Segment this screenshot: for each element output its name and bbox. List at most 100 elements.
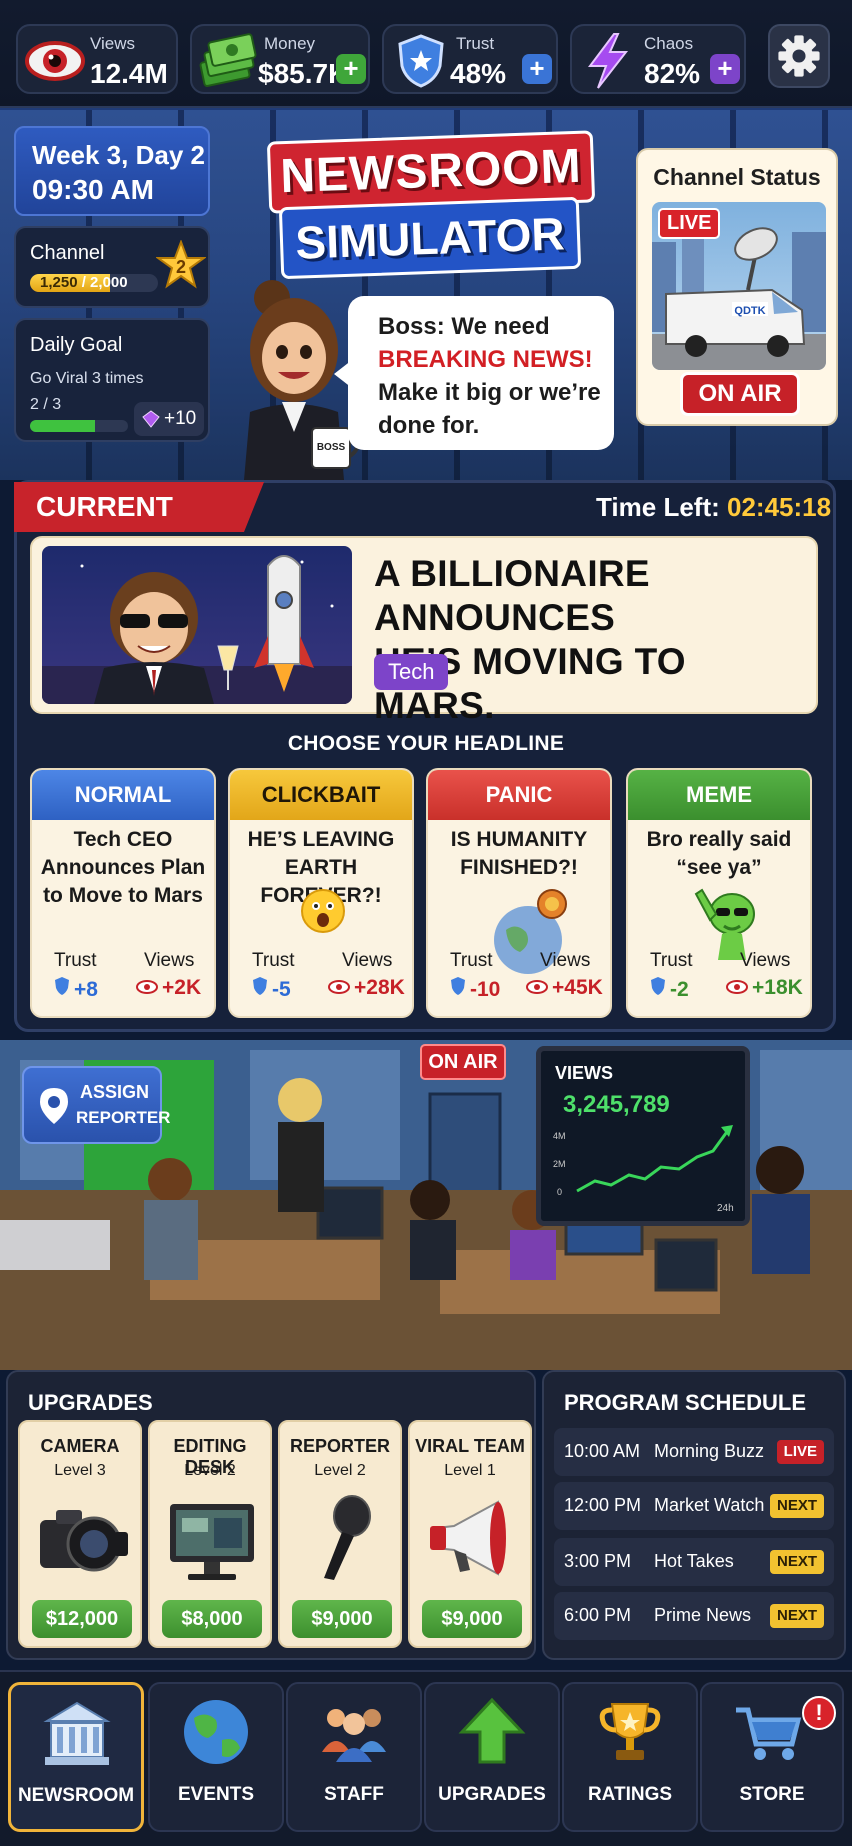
microphone-icon <box>324 1495 371 1580</box>
speech-line-4: done for. <box>378 412 480 439</box>
choose-headline-label: CHOOSE YOUR HEADLINE <box>287 732 565 755</box>
boss-speech-bubble: Boss: We need BREAKING NEWS! Make it big… <box>348 296 614 450</box>
settings-button[interactable] <box>768 24 830 88</box>
headline-type: PANIC <box>428 770 610 820</box>
upgrade-editing-desk[interactable]: EDITING DESK Level 2 $8,000 <box>148 1420 272 1648</box>
globe-icon <box>184 1700 248 1764</box>
eye-icon <box>136 980 158 994</box>
add-money-button[interactable]: + <box>336 54 366 84</box>
upgrade-level: Level 3 <box>54 1462 106 1479</box>
views-label: Views <box>342 950 393 971</box>
on-air-badge: ON AIR <box>680 372 800 416</box>
views-chart-board: VIEWS 3,245,789 4M 2M 0 24h <box>536 1046 750 1226</box>
upgrade-price-button[interactable]: $9,000 <box>422 1600 522 1638</box>
eye-icon <box>25 41 85 81</box>
schedule-row[interactable]: 12:00 PM Market Watch NEXT <box>554 1482 834 1530</box>
schedule-row[interactable]: 10:00 AM Morning Buzz LIVE <box>554 1428 834 1476</box>
trust-stat: Trust 48% + <box>382 24 558 94</box>
trust-label: Trust <box>54 950 97 971</box>
lightning-icon <box>588 33 629 89</box>
program-name: Morning Buzz <box>654 1441 765 1461</box>
trust-label: Trust <box>450 950 493 971</box>
time-left-label: Time Left: <box>596 492 720 522</box>
headline-card-meme[interactable]: MEME Bro really said “see ya” Trust Views… <box>626 768 812 1018</box>
schedule-row[interactable]: 3:00 PM Hot Takes NEXT <box>554 1538 834 1586</box>
views-change: +2K <box>136 976 201 1000</box>
upgrade-price-button[interactable]: $9,000 <box>292 1600 392 1638</box>
eye-icon <box>726 980 748 994</box>
cart-icon <box>736 1707 802 1760</box>
trust-label: Trust <box>252 950 295 971</box>
reporter-label: REPORTER <box>76 1108 171 1127</box>
views-change: +45K <box>526 976 603 1000</box>
eye-icon <box>328 980 350 994</box>
status-badge: LIVE <box>776 1440 824 1464</box>
live-indicator: LIVE <box>658 208 721 239</box>
program-time: 10:00 AM <box>564 1441 641 1461</box>
money-value: $85.7K <box>258 58 349 89</box>
van-logo-text: QDTK <box>734 305 765 317</box>
nav-upgrades[interactable]: UPGRADES <box>424 1682 560 1832</box>
nav-staff[interactable]: STAFF <box>286 1682 422 1832</box>
views-board-count: 3,245,789 <box>563 1091 670 1118</box>
assign-reporter-button[interactable]: ASSIGN REPORTER <box>22 1066 170 1144</box>
channel-level-panel: Channel 1,250 / 2,000 2 <box>14 226 210 308</box>
shield-icon <box>253 977 267 995</box>
add-chaos-button[interactable]: + <box>710 54 740 84</box>
daily-goal-bar <box>30 420 128 432</box>
headline-text: Bro really said “see ya” <box>646 828 792 879</box>
channel-level-number: 2 <box>176 257 186 277</box>
people-icon <box>322 1709 386 1762</box>
headline-card-normal[interactable]: NORMAL Tech CEO Announces Plan to Move to … <box>30 768 216 1018</box>
views-value: 12.4M <box>90 58 168 89</box>
camera-icon <box>40 1510 128 1572</box>
upgrade-name: REPORTER <box>289 1436 390 1456</box>
logo-line-2: SIMULATOR <box>278 196 582 280</box>
upgrade-reporter[interactable]: REPORTER Level 2 $9,000 <box>278 1420 402 1648</box>
program-time: 3:00 PM <box>564 1551 632 1571</box>
views-label: Views <box>144 950 195 971</box>
speech-line-3: Make it big or we’re <box>378 379 601 406</box>
views-label: Views <box>740 950 791 971</box>
status-badge: NEXT <box>769 1494 824 1518</box>
trust-label: Trust <box>456 34 495 53</box>
event-headline-line-1: A BILLIONAIRE ANNOUNCES <box>374 553 650 638</box>
headline-card-panic[interactable]: PANIC IS HUMANITY FINISHED?! Trust Views … <box>426 768 612 1018</box>
nav-ratings[interactable]: RATINGS <box>562 1682 698 1832</box>
money-stat: Money $85.7K + <box>190 24 370 94</box>
trust-change: -10 <box>450 976 500 1002</box>
upgrade-price-button[interactable]: $8,000 <box>162 1600 262 1638</box>
trust-change: -5 <box>252 976 291 1002</box>
shield-icon <box>398 34 444 88</box>
trophy-icon <box>599 1703 661 1760</box>
nav-label: UPGRADES <box>438 1784 546 1805</box>
headline-text: IS HUMANITY FINISHED?! <box>450 828 588 879</box>
daily-goal-panel: Daily Goal Go Viral 3 times 2 / 3 +10 <box>14 318 210 442</box>
location-pin-icon <box>40 1088 68 1124</box>
schedule-row[interactable]: 6:00 PM Prime News NEXT <box>554 1592 834 1640</box>
status-badge: NEXT <box>769 1550 824 1574</box>
axis-label-2m: 2M <box>553 1159 566 1169</box>
channel-xp-text: 1,250 / 2,000 <box>40 274 128 291</box>
nav-newsroom[interactable]: NEWSROOM <box>8 1682 144 1832</box>
upgrade-camera[interactable]: CAMERA Level 3 $12,000 <box>18 1420 142 1648</box>
current-event-ribbon: CURRENT EVENT <box>14 482 264 532</box>
shield-icon <box>451 977 465 995</box>
building-icon <box>43 1701 111 1765</box>
headline-card-clickbait[interactable]: CLICKBAIT HE’S LEAVINGEARTH FOREVER?! Tr… <box>228 768 414 1018</box>
nav-store[interactable]: ! STORE <box>700 1682 844 1832</box>
views-board-title: VIEWS <box>555 1063 614 1083</box>
shield-icon <box>651 977 665 995</box>
gear-icon <box>778 35 820 77</box>
upgrade-price-button[interactable]: $12,000 <box>32 1600 132 1638</box>
channel-label: Channel <box>30 242 105 264</box>
upgrade-viral-team[interactable]: VIRAL TEAM Level 1 $9,000 <box>408 1420 532 1648</box>
trust-label: Trust <box>650 950 693 971</box>
chaos-value: 82% <box>644 58 701 89</box>
status-badge: NEXT <box>769 1604 824 1628</box>
add-trust-button[interactable]: + <box>522 54 552 84</box>
views-line-chart: 4M 2M 0 24h <box>553 1125 734 1214</box>
program-time: 6:00 PM <box>564 1605 632 1625</box>
axis-label-24h: 24h <box>717 1203 734 1214</box>
nav-events[interactable]: EVENTS <box>148 1682 284 1832</box>
